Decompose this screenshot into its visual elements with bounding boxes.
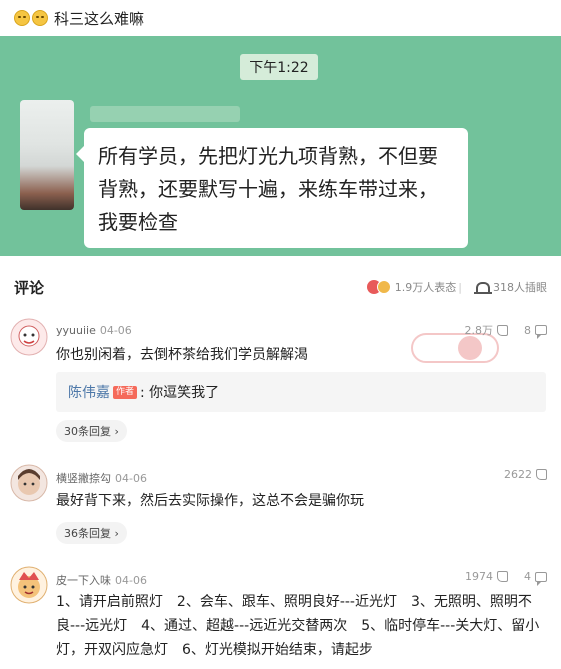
comment-text: 最好背下来，然后去实际操作，这总不会是骗你玩	[56, 493, 364, 509]
chat-screenshot: 下午1:22 所有学员，先把灯光九项背熟，不但要背熟，还要默写十遍，来练车带过来…	[0, 36, 561, 256]
like-count[interactable]: 2.8万	[465, 322, 494, 338]
reply-icon[interactable]	[535, 325, 547, 339]
comment-meta: yyuuiie 04-06	[56, 324, 132, 337]
thumbs-up-icon[interactable]	[497, 324, 508, 336]
comment-meta: 横竖撇捺勾 04-06	[56, 470, 147, 486]
comment-meta: 皮一下入味 04-06	[56, 572, 147, 588]
comment-date: 04-06	[115, 472, 147, 485]
worried-face-icon	[14, 10, 30, 26]
chat-message-bubble: 所有学员，先把灯光九项背熟，不但要背熟，还要默写十遍，来练车带过来，我要检查	[76, 128, 468, 248]
chat-timestamp: 下午1:22	[240, 54, 318, 80]
comment-username[interactable]: yyuuiie	[56, 324, 96, 337]
reply-text: : 你逗笑我了	[140, 385, 220, 401]
comment-stats: 1974 4	[465, 570, 547, 586]
divider: |	[458, 280, 462, 294]
comments-stats: 1.9万人表态 | 318人插眼	[366, 279, 547, 295]
user-avatar[interactable]	[10, 566, 48, 604]
comment-text: 你也别闲着，去倒杯茶给我们学员解解渴	[56, 347, 308, 363]
comment-text: 1、请开启前照灯 2、会车、跟车、照明良好---近光灯 3、无照明、照明不良--…	[56, 594, 540, 658]
user-avatar[interactable]	[10, 318, 48, 356]
like-count[interactable]: 2622	[504, 468, 532, 481]
comment-date: 04-06	[115, 574, 147, 587]
comments-label: 评论	[14, 278, 45, 297]
user-avatar[interactable]	[10, 464, 48, 502]
comment-username[interactable]: 横竖撇捺勾	[56, 472, 111, 485]
worried-face-icon	[32, 10, 48, 26]
view-replies-button[interactable]: 30条回复 ›	[56, 420, 127, 442]
author-badge: 作者	[113, 385, 138, 399]
comment-stats: 2622	[504, 468, 547, 481]
reaction-icon[interactable]	[376, 280, 391, 294]
reply-count[interactable]: 8	[524, 324, 531, 337]
reply-count[interactable]: 4	[524, 570, 531, 583]
post-title: 科三这么难嘛	[54, 9, 145, 28]
sender-avatar	[20, 100, 74, 210]
eye-icon[interactable]	[474, 282, 492, 294]
comment-date: 04-06	[99, 324, 132, 337]
sender-name-blurred	[90, 106, 240, 122]
reply-author-name[interactable]: 陈伟嘉	[68, 382, 110, 402]
comment-stats: 2.8万 8	[465, 322, 547, 339]
reactions-count[interactable]: 1.9万人表态	[395, 279, 457, 295]
thumbs-up-icon[interactable]	[536, 469, 547, 480]
top-bar: 科三这么难嘛	[0, 0, 561, 36]
view-replies-button[interactable]: 36条回复 ›	[56, 522, 127, 544]
reply-preview[interactable]: 陈伟嘉 作者 : 你逗笑我了	[56, 372, 546, 412]
thumbs-up-icon[interactable]	[497, 571, 508, 582]
comment-username[interactable]: 皮一下入味	[56, 574, 111, 587]
reply-icon[interactable]	[535, 571, 547, 586]
like-count[interactable]: 1974	[465, 570, 493, 583]
collected-count[interactable]: 318人插眼	[493, 279, 547, 295]
comments-header: 评论 1.9万人表态 | 318人插眼	[0, 266, 561, 308]
